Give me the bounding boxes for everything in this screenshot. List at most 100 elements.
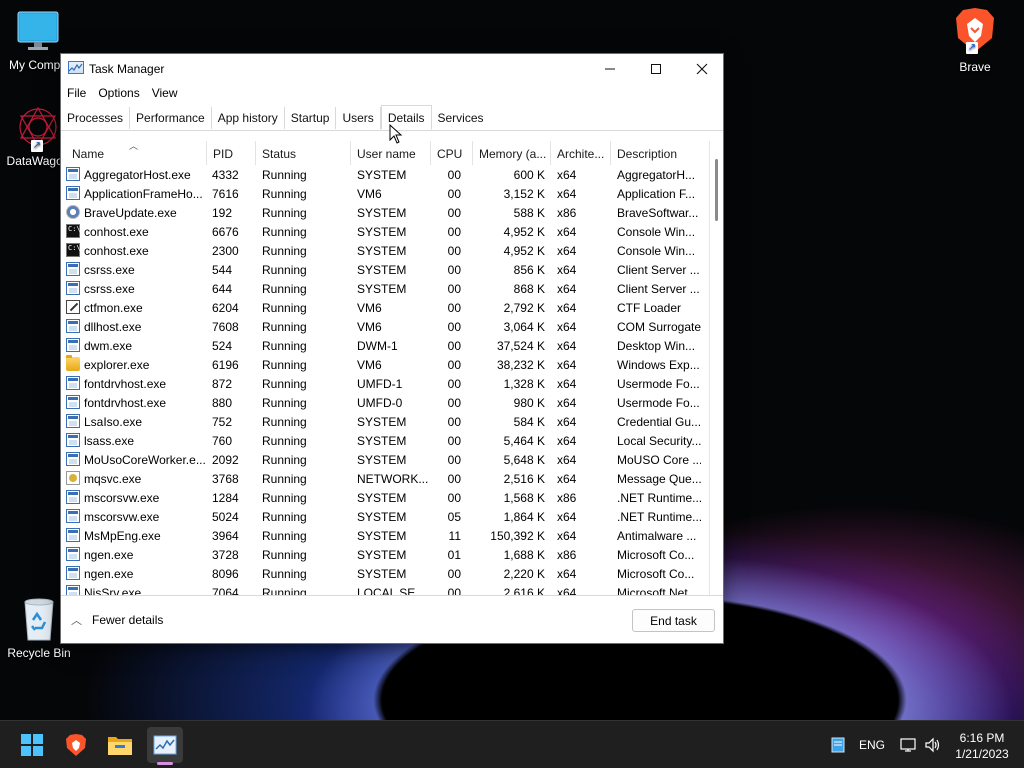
- process-row[interactable]: mscorsvw.exe 1284 Running SYSTEM 00 1,568 K x8…: [61, 488, 709, 507]
- process-user: SYSTEM: [357, 168, 407, 182]
- process-row[interactable]: fontdrvhost.exe 872 Running UMFD-1 00 1,328 K…: [61, 374, 709, 393]
- column-header-pid[interactable]: PID: [207, 141, 256, 165]
- tab-startup[interactable]: Startup: [285, 107, 337, 129]
- process-status: Running: [262, 244, 307, 258]
- tab-performance[interactable]: Performance: [130, 107, 212, 129]
- process-user: VM6: [357, 187, 382, 201]
- process-row[interactable]: LsaIso.exe 752 Running SYSTEM 00 584 K x64 Cred…: [61, 412, 709, 431]
- process-row[interactable]: MsMpEng.exe 3964 Running SYSTEM 11 150,392 K x…: [61, 526, 709, 545]
- process-user: SYSTEM: [357, 434, 407, 448]
- tab-processes[interactable]: Processes: [61, 107, 131, 129]
- process-row[interactable]: conhost.exe 2300 Running SYSTEM 00 4,952 K x64…: [61, 241, 709, 260]
- minimize-button[interactable]: [587, 54, 633, 83]
- process-row[interactable]: AggregatorHost.exe 4332 Running SYSTEM 00 600…: [61, 165, 709, 184]
- process-description: Microsoft Co...: [617, 567, 695, 581]
- language-indicator[interactable]: ENG: [859, 738, 885, 752]
- process-name: conhost.exe: [84, 244, 149, 258]
- app-icon: [66, 452, 80, 466]
- vertical-scrollbar[interactable]: [709, 141, 723, 595]
- process-name: csrss.exe: [84, 263, 135, 277]
- process-user: SYSTEM: [357, 491, 407, 505]
- process-memory: 980 K: [513, 396, 545, 410]
- process-name: mqsvc.exe: [84, 472, 142, 486]
- column-header-memory[interactable]: Memory (a...: [473, 141, 551, 165]
- process-row[interactable]: csrss.exe 644 Running SYSTEM 00 868 K x64 Clien…: [61, 279, 709, 298]
- process-memory: 4,952 K: [503, 225, 545, 239]
- column-header-name[interactable]: Name: [66, 141, 207, 165]
- scrollbar-track: [709, 141, 710, 595]
- process-row[interactable]: explorer.exe 6196 Running VM6 00 38,232 K x64 W…: [61, 355, 709, 374]
- menu-view[interactable]: View: [146, 83, 184, 105]
- maximize-button[interactable]: [633, 54, 679, 83]
- process-pid: 7064: [212, 586, 239, 596]
- process-name: conhost.exe: [84, 225, 149, 239]
- desktop-icon-brave[interactable]: ↗ Brave: [937, 6, 1013, 74]
- process-row[interactable]: mscorsvw.exe 5024 Running SYSTEM 05 1,864 K x6…: [61, 507, 709, 526]
- process-cpu: 00: [447, 377, 461, 391]
- column-header-user-name[interactable]: User name: [351, 141, 431, 165]
- process-row[interactable]: ngen.exe 3728 Running SYSTEM 01 1,688 K x86 Mic…: [61, 545, 709, 564]
- fewer-details-link[interactable]: ︿ Fewer details: [71, 612, 163, 628]
- network-button[interactable]: [898, 727, 920, 763]
- scrollbar-thumb[interactable]: [715, 159, 718, 221]
- process-user: SYSTEM: [357, 567, 407, 581]
- process-description: Application F...: [617, 187, 696, 201]
- console-icon: [66, 224, 81, 238]
- process-description: MoUSO Core ...: [617, 453, 701, 467]
- desktop-icon-label: Brave: [959, 60, 991, 74]
- process-name: mscorsvw.exe: [84, 510, 160, 524]
- process-row[interactable]: ngen.exe 8096 Running SYSTEM 00 2,220 K x64 Mic…: [61, 564, 709, 583]
- start-button[interactable]: [14, 727, 50, 763]
- menu-options[interactable]: Options: [92, 83, 145, 105]
- process-memory: 4,952 K: [503, 244, 545, 258]
- console-icon: [66, 243, 81, 257]
- end-task-button[interactable]: End task: [632, 609, 715, 632]
- app-icon: [66, 376, 80, 390]
- process-pid: 6204: [212, 301, 239, 315]
- process-row[interactable]: dllhost.exe 7608 Running VM6 00 3,064 K x64 COM…: [61, 317, 709, 336]
- process-architecture: x86: [557, 491, 577, 505]
- process-row[interactable]: fontdrvhost.exe 880 Running UMFD-0 00 980 K x6…: [61, 393, 709, 412]
- process-row[interactable]: dwm.exe 524 Running DWM-1 00 37,524 K x64 Deskt…: [61, 336, 709, 355]
- process-memory: 868 K: [513, 282, 545, 296]
- process-row[interactable]: lsass.exe 760 Running SYSTEM 00 5,464 K x64 Loc…: [61, 431, 709, 450]
- column-header-description[interactable]: Description: [611, 141, 709, 165]
- process-row[interactable]: mqsvc.exe 3768 Running NETWORK... 00 2,516 K x…: [61, 469, 709, 488]
- process-description: .NET Runtime...: [617, 510, 701, 524]
- footer-bar: ︿ Fewer details End task: [61, 597, 723, 643]
- process-row[interactable]: ctfmon.exe 6204 Running VM6 00 2,792 K x64 CTF …: [61, 298, 709, 317]
- process-description: Antimalware ...: [617, 529, 697, 543]
- process-row[interactable]: csrss.exe 544 Running SYSTEM 00 856 K x64 Clien…: [61, 260, 709, 279]
- close-button[interactable]: [679, 54, 725, 83]
- column-header-architecture[interactable]: Archite...: [551, 141, 611, 165]
- tray-device-button[interactable]: [826, 727, 850, 763]
- process-memory: 5,648 K: [503, 453, 545, 467]
- title-bar[interactable]: Task Manager: [61, 54, 723, 83]
- process-cpu: 00: [447, 415, 461, 429]
- taskbar-file-explorer-button[interactable]: [102, 727, 138, 763]
- column-header-row: ︿ Name PID Status User name CPU Memory (…: [61, 141, 709, 165]
- process-description: .NET Runtime...: [617, 491, 701, 505]
- tab-app-history[interactable]: App history: [212, 107, 285, 129]
- menu-file[interactable]: File: [61, 83, 92, 105]
- process-status: Running: [262, 301, 307, 315]
- brave-icon: [66, 734, 86, 756]
- process-row[interactable]: BraveUpdate.exe 192 Running SYSTEM 00 588 K x8…: [61, 203, 709, 222]
- column-header-cpu[interactable]: CPU: [431, 141, 473, 165]
- process-row[interactable]: conhost.exe 6676 Running SYSTEM 00 4,952 K x64…: [61, 222, 709, 241]
- taskbar-clock[interactable]: 6:16 PM 1/21/2023: [946, 730, 1018, 762]
- tab-users[interactable]: Users: [336, 107, 381, 129]
- volume-button[interactable]: [922, 727, 944, 763]
- process-user: DWM-1: [357, 339, 398, 353]
- column-header-status[interactable]: Status: [256, 141, 351, 165]
- process-row[interactable]: MoUsoCoreWorker.e... 2092 Running SYSTEM 00 5…: [61, 450, 709, 469]
- process-pid: 3768: [212, 472, 239, 486]
- tab-services[interactable]: Services: [432, 107, 490, 129]
- process-row[interactable]: NisSrv.exe 7064 Running LOCAL SE... 00 2,616 …: [61, 583, 709, 596]
- process-row[interactable]: ApplicationFrameHo... 7616 Running VM6 00 3,1…: [61, 184, 709, 203]
- taskbar-task-manager-button[interactable]: [147, 727, 183, 763]
- taskbar-brave-button[interactable]: [58, 727, 94, 763]
- brave-lion-icon: ↗: [952, 6, 998, 56]
- process-cpu: 00: [447, 396, 461, 410]
- app-icon: [66, 186, 80, 200]
